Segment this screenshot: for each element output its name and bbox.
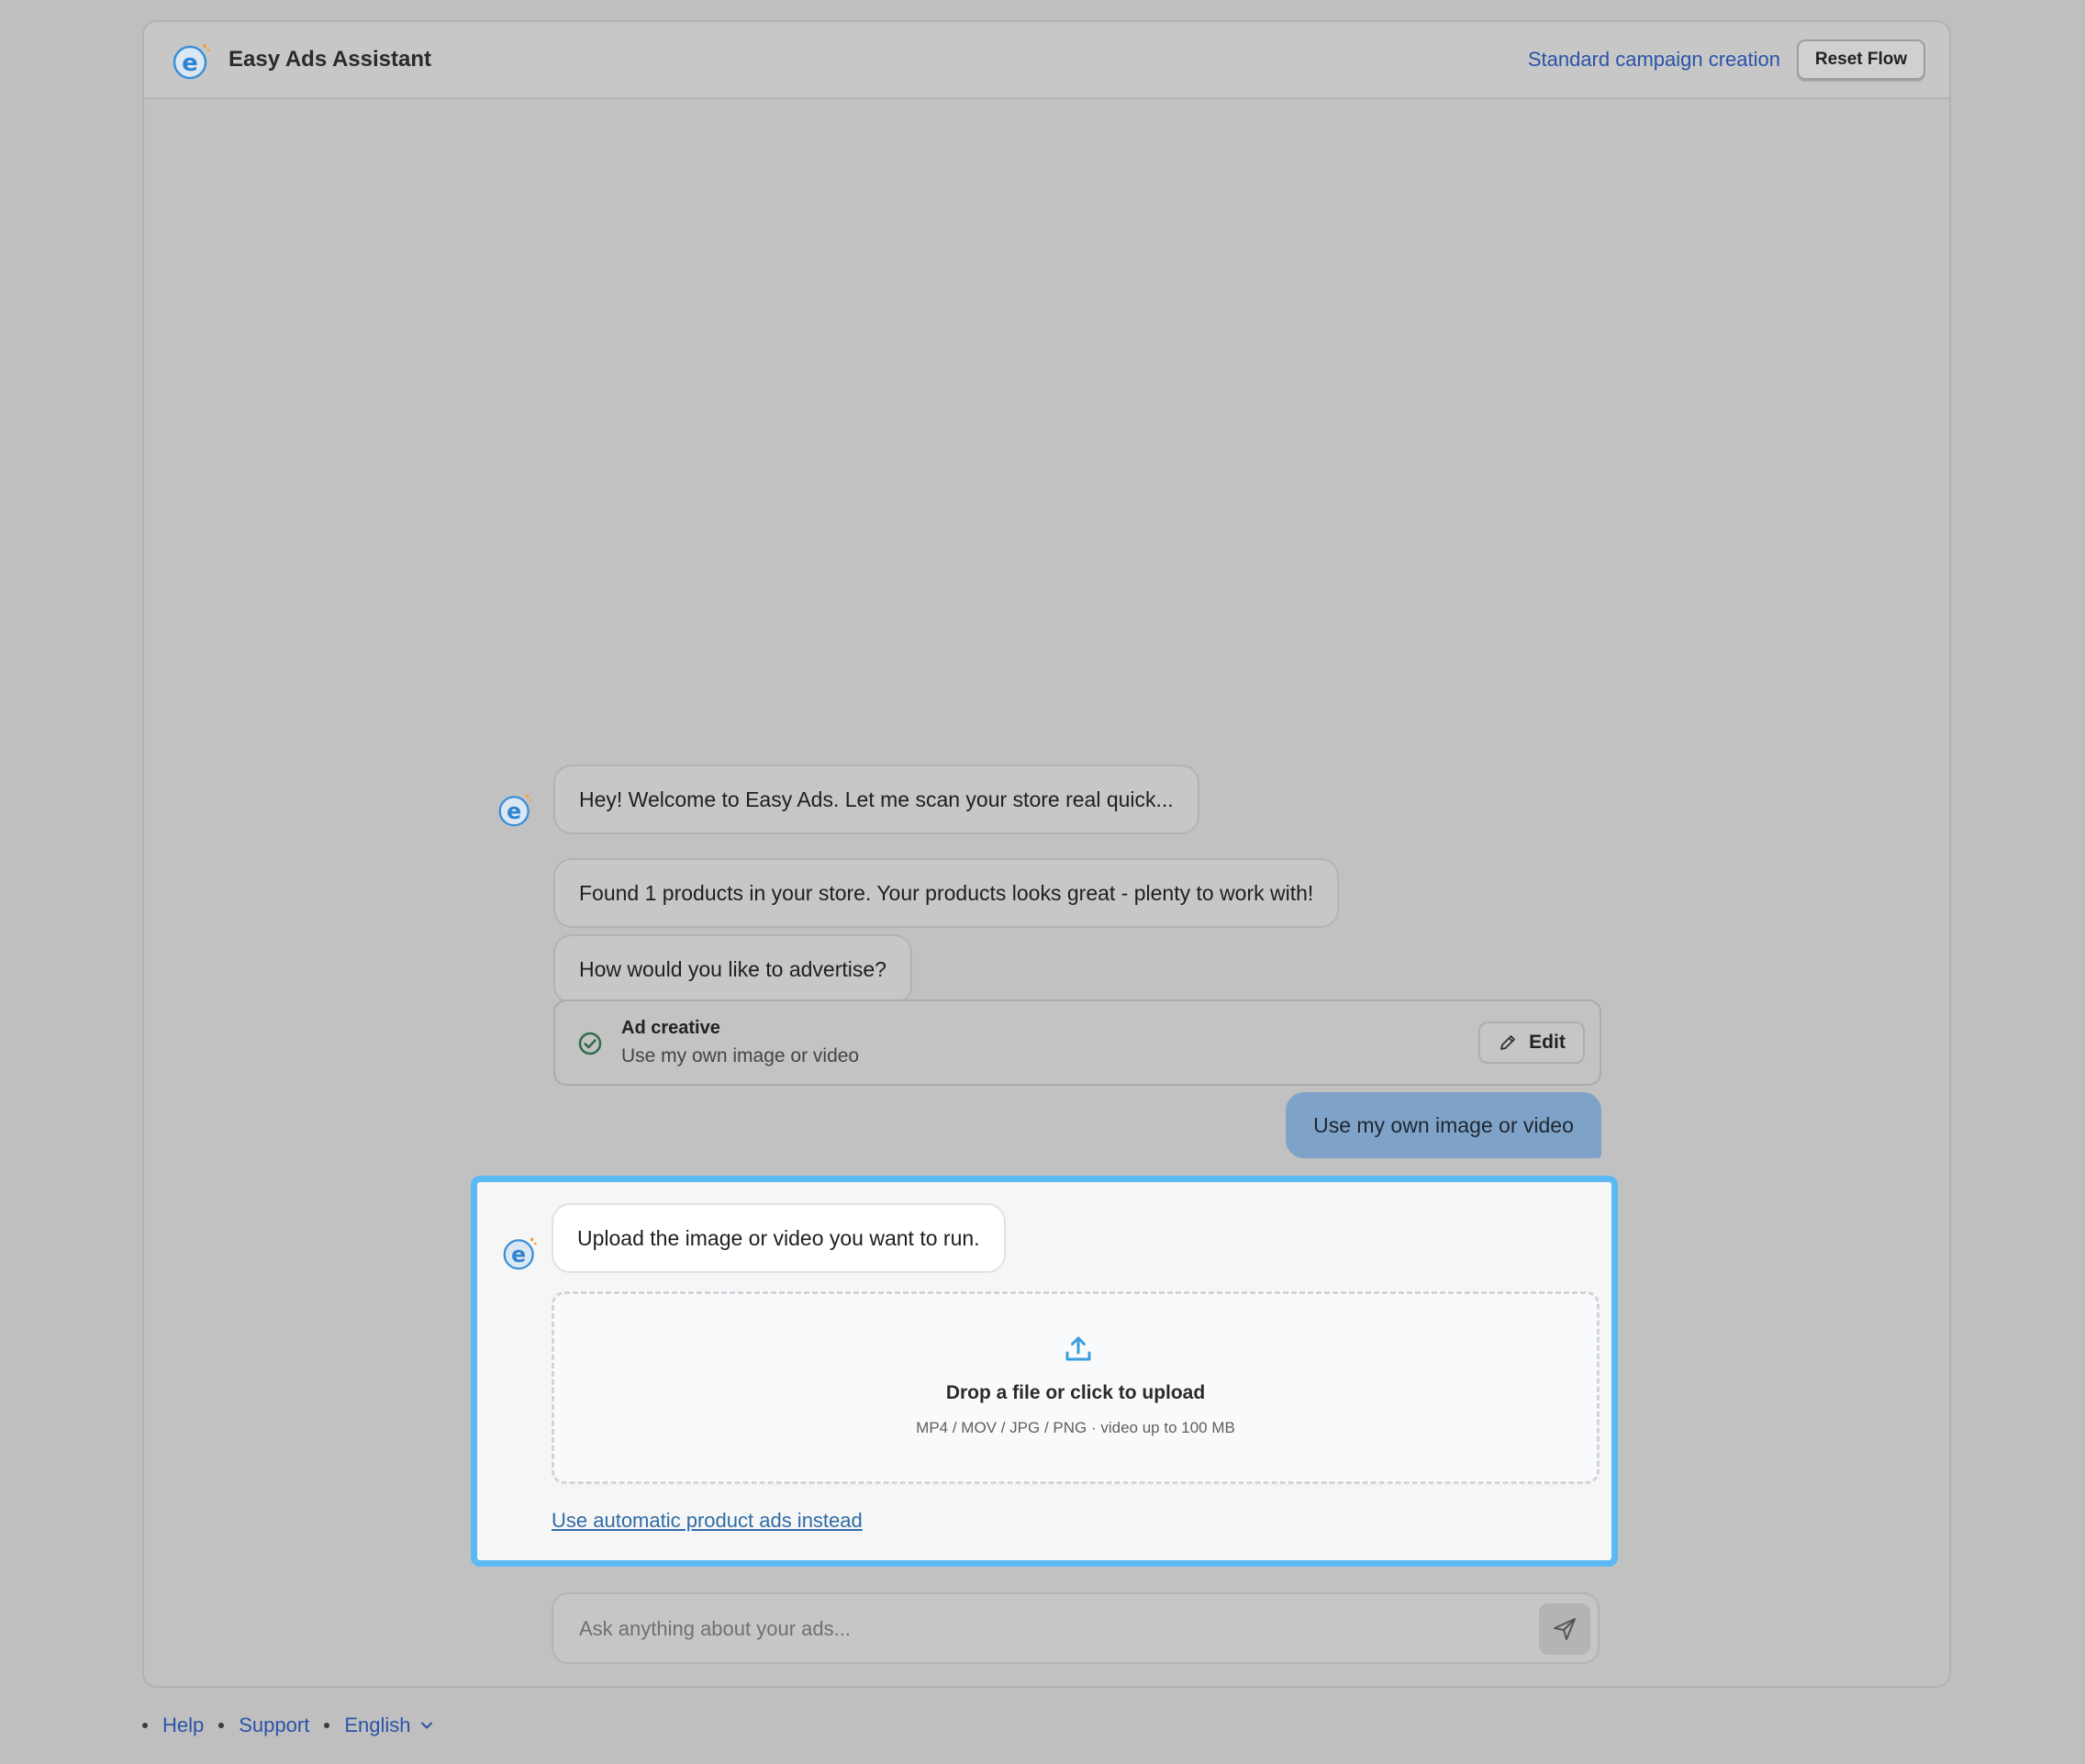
separator-dot [218, 1723, 225, 1728]
card-title: Ad creative [621, 1018, 720, 1038]
assistant-avatar-icon: e [498, 794, 532, 827]
edit-label: Edit [1529, 1032, 1566, 1053]
language-label: English [344, 1714, 411, 1736]
assistant-avatar-icon: e [503, 1237, 537, 1270]
automatic-ads-link[interactable]: Use automatic product ads instead [552, 1509, 863, 1533]
reset-flow-button[interactable]: Reset Flow [1797, 39, 1925, 80]
assistant-message: Found 1 products in your store. Your pro… [553, 858, 1340, 928]
app-title: Easy Ads Assistant [229, 47, 431, 72]
send-button[interactable] [1539, 1603, 1590, 1655]
dropzone-subtitle: MP4 / MOV / JPG / PNG · video up to 100 … [916, 1419, 1235, 1436]
separator-dot [324, 1723, 330, 1728]
language-selector[interactable]: English [344, 1714, 434, 1737]
send-icon [1554, 1618, 1576, 1640]
pencil-icon [1500, 1035, 1516, 1050]
chat-input[interactable] [579, 1611, 1497, 1647]
upload-icon [1065, 1336, 1091, 1361]
ad-creative-summary-card: Ad creative Use my own image or video Ed… [553, 999, 1601, 1086]
svg-text:e: e [182, 50, 198, 77]
dropzone-title: Drop a file or click to upload [945, 1382, 1206, 1403]
standard-campaign-link[interactable]: Standard campaign creation [1528, 48, 1780, 72]
easy-ads-logo-icon: e [173, 44, 210, 80]
message-composer [552, 1592, 1600, 1664]
check-circle-icon [578, 1032, 602, 1055]
upload-step-panel: e Upload the image or video you want to … [471, 1176, 1618, 1567]
help-link[interactable]: Help [162, 1714, 204, 1737]
support-link[interactable]: Support [239, 1714, 309, 1737]
app-header: e Easy Ads Assistant Standard campaign c… [144, 22, 1949, 99]
chevron-down-icon [421, 1722, 433, 1729]
user-message: Use my own image or video [1286, 1092, 1601, 1158]
card-value: Use my own image or video [621, 1045, 860, 1066]
upload-prompt-message: Upload the image or video you want to ru… [552, 1203, 1006, 1273]
assistant-message: How would you like to advertise? [553, 934, 912, 1004]
footer-links: Help Support English [142, 1711, 434, 1740]
separator-dot [142, 1723, 148, 1728]
svg-text:e: e [511, 1242, 526, 1267]
svg-text:e: e [507, 798, 521, 824]
edit-button[interactable]: Edit [1478, 1022, 1585, 1064]
assistant-message: Hey! Welcome to Easy Ads. Let me scan yo… [553, 765, 1199, 834]
file-dropzone[interactable]: Drop a file or click to upload MP4 / MOV… [552, 1291, 1600, 1484]
